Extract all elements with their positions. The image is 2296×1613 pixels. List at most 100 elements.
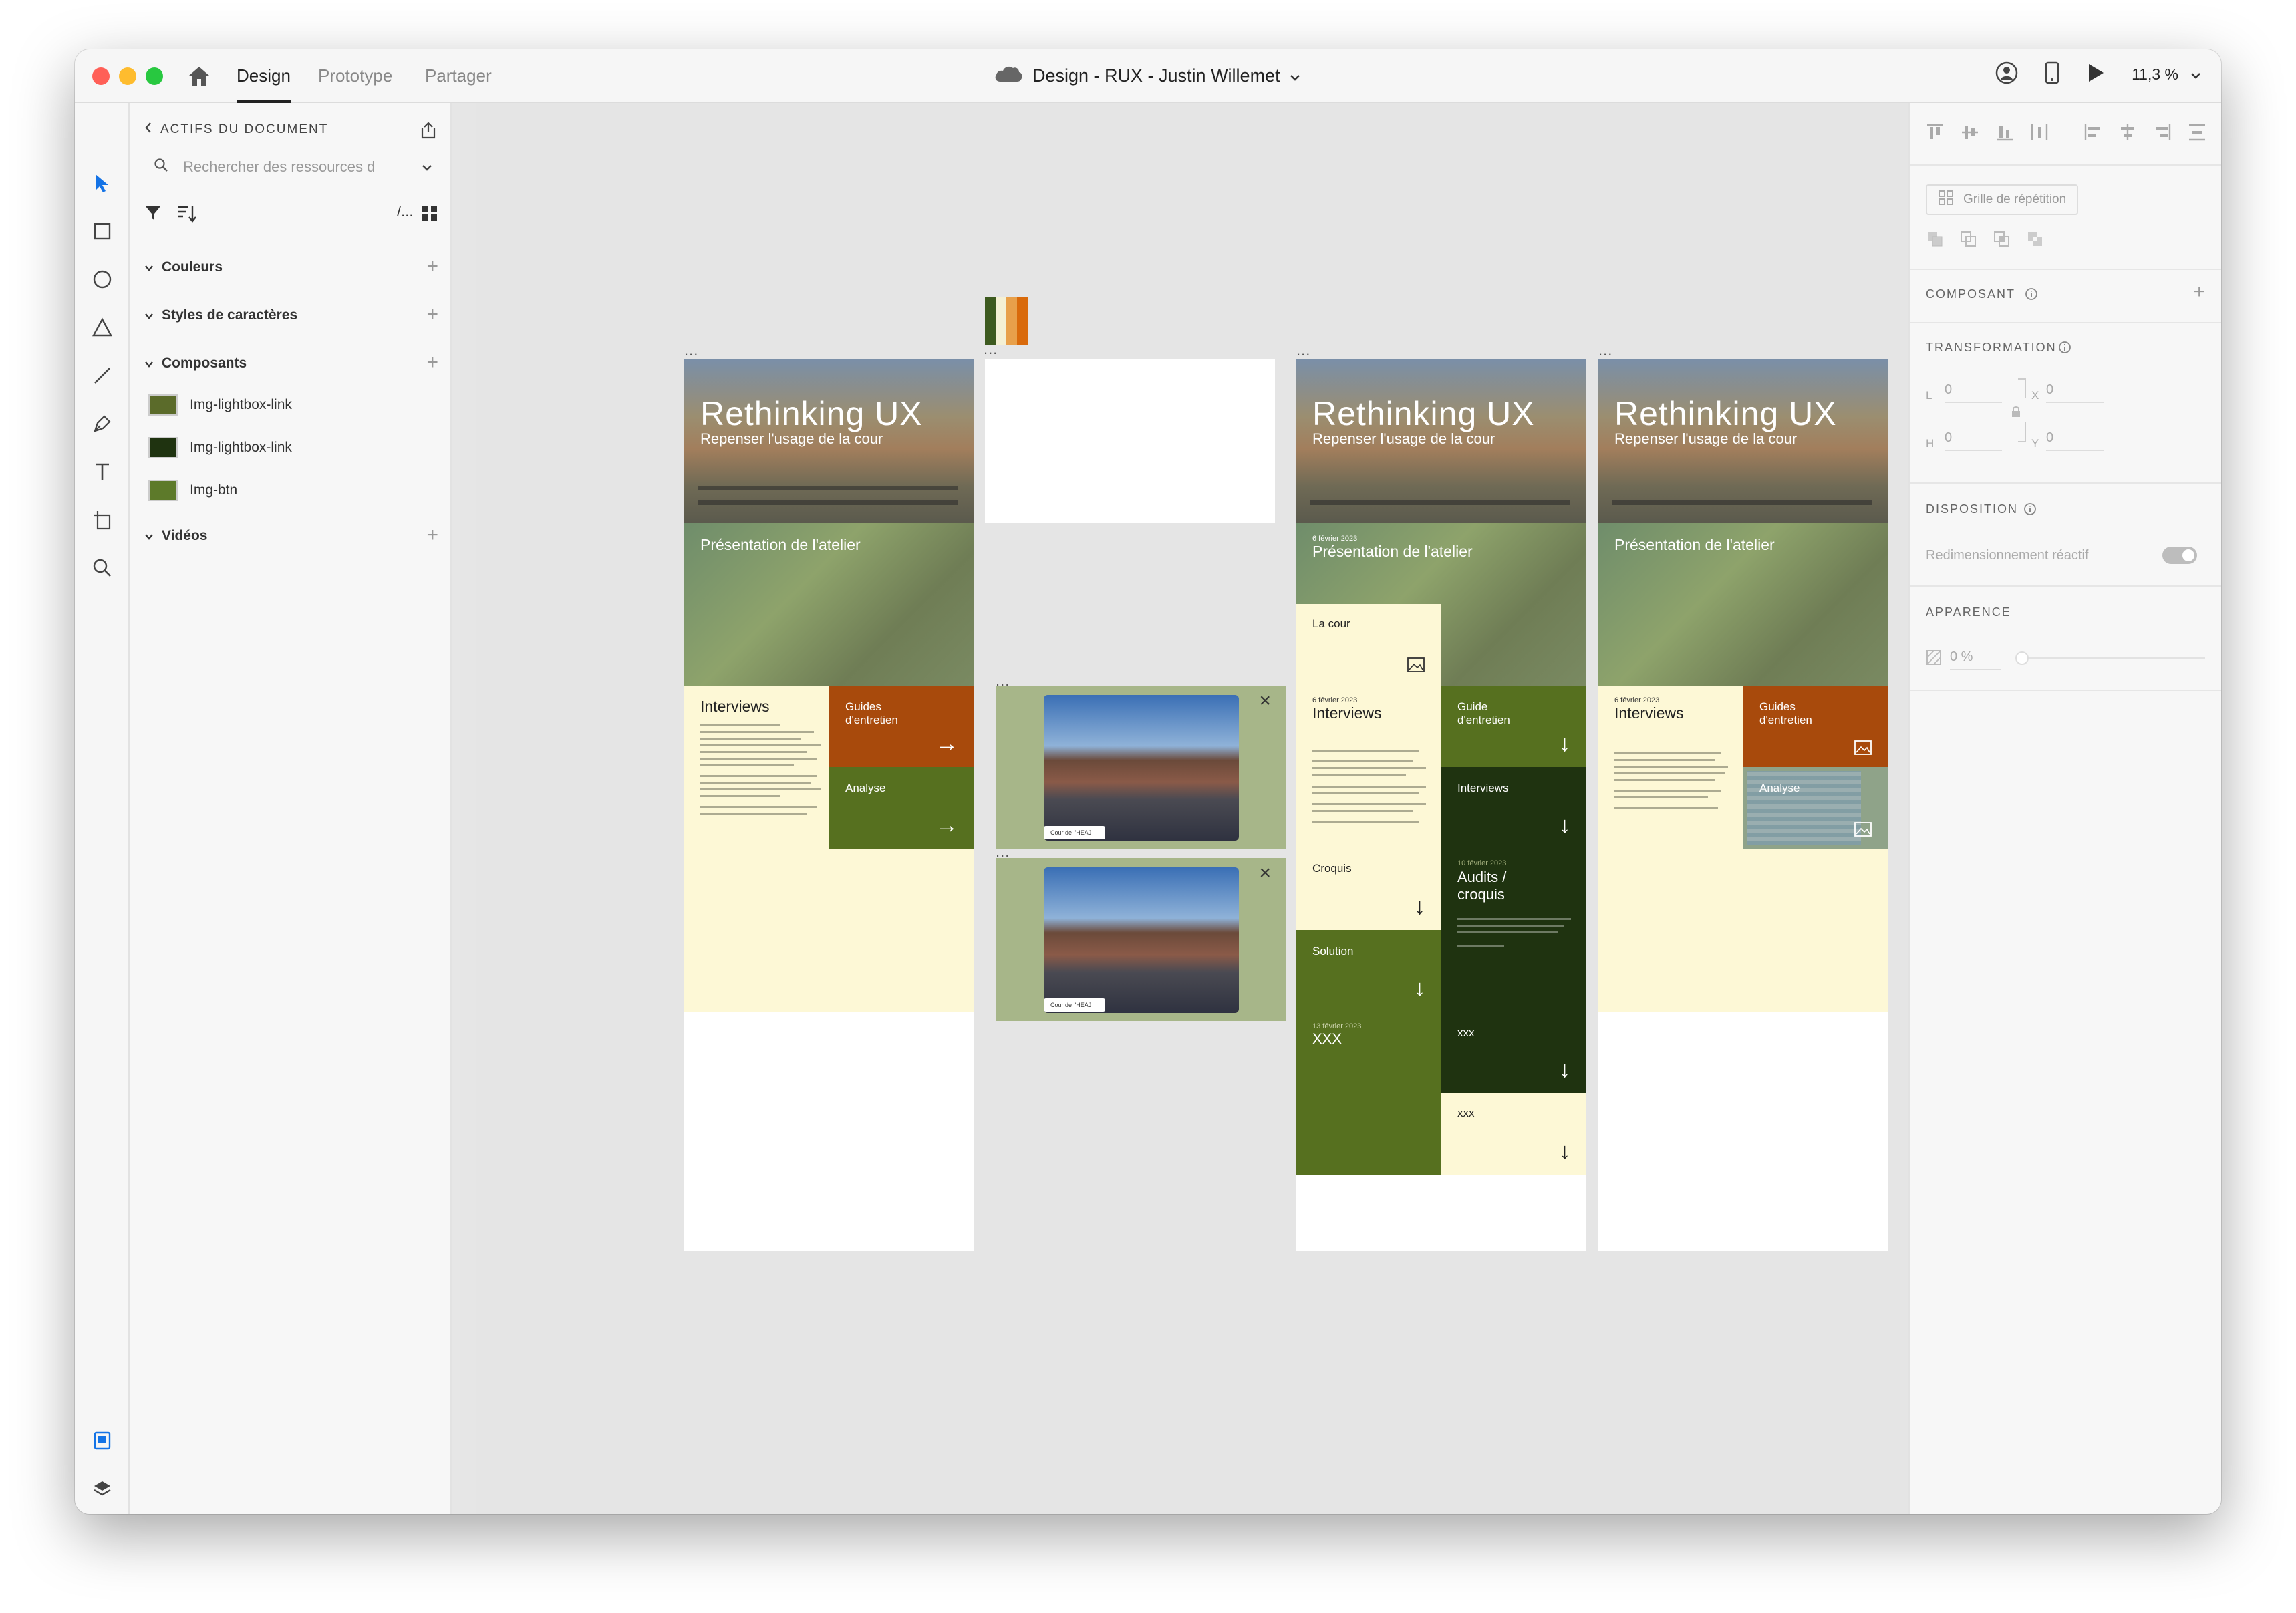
align-bottom-icon[interactable] xyxy=(1995,123,2014,145)
guides-tile[interactable]: Guides d'entretien xyxy=(1743,686,1888,767)
artboard-1[interactable]: Rethinking UX Repenser l'usage de la cou… xyxy=(684,359,974,1251)
align-top-icon[interactable] xyxy=(1926,123,1945,145)
share-assets-icon[interactable] xyxy=(418,120,438,144)
close-icon[interactable]: × xyxy=(1259,690,1271,712)
lightbox-1[interactable]: Cour de l'HEAJ × xyxy=(996,686,1286,849)
xxx-tile-1[interactable]: xxx ↓ xyxy=(1441,1012,1586,1093)
responsive-resize-toggle[interactable] xyxy=(2162,547,2197,564)
y-input[interactable]: 0 xyxy=(2046,430,2104,451)
ellipse-tool-icon[interactable] xyxy=(89,266,116,293)
intersect-icon[interactable] xyxy=(1993,230,2011,252)
tile-label: Analyse xyxy=(845,782,886,794)
asset-filter-row: /... xyxy=(144,202,438,226)
exclude-icon[interactable] xyxy=(2026,230,2045,252)
artboard-4[interactable]: Rethinking UX Repenser l'usage de la cou… xyxy=(1598,359,1888,1251)
zoom-tool-icon[interactable] xyxy=(89,555,116,581)
opacity-input[interactable]: 0 % xyxy=(1950,649,2001,670)
boolean-ops xyxy=(1926,230,2045,252)
add-component-icon[interactable]: + xyxy=(426,351,438,374)
artboard-2[interactable] xyxy=(985,359,1275,523)
opacity-slider[interactable] xyxy=(2015,651,2205,665)
align-right-icon[interactable] xyxy=(2153,123,2172,145)
sort-icon[interactable] xyxy=(176,204,198,227)
component-item[interactable]: Img-lightbox-link xyxy=(148,390,292,420)
add-character-style-icon[interactable]: + xyxy=(426,303,438,326)
align-left-icon[interactable] xyxy=(2084,123,2102,145)
document-title[interactable]: Design - RUX - Justin Willemet xyxy=(994,64,1300,88)
artboard-menu-dots[interactable]: ... xyxy=(1296,342,1310,359)
distribute-horizontal-icon[interactable] xyxy=(2188,123,2206,145)
design-canvas[interactable]: ... ... Rethinking UX Repenser l'usage d… xyxy=(476,103,1912,1514)
tab-prototype[interactable]: Prototype xyxy=(318,65,392,103)
close-window-button[interactable] xyxy=(92,67,110,85)
path-view-icon[interactable]: /... xyxy=(397,203,413,221)
chevron-down-icon[interactable] xyxy=(421,159,433,176)
zoom-dropdown[interactable]: 11,3 % xyxy=(2132,65,2201,84)
section-components[interactable]: Composants + xyxy=(144,350,438,377)
analyse-tile[interactable]: Analyse → xyxy=(829,767,974,849)
filter-icon[interactable] xyxy=(144,204,162,225)
distribute-vertical-icon[interactable] xyxy=(2030,123,2049,145)
repeat-grid-button[interactable]: Grille de répétition xyxy=(1926,184,2079,215)
height-input[interactable]: 0 xyxy=(1945,430,2002,451)
minimize-window-button[interactable] xyxy=(119,67,136,85)
solution-tile[interactable]: Solution ↓ xyxy=(1296,930,1441,1012)
component-item[interactable]: Img-lightbox-link xyxy=(148,433,292,462)
tab-design[interactable]: Design xyxy=(237,65,291,103)
section-videos[interactable]: Vidéos + xyxy=(144,523,438,549)
rectangle-tool-icon[interactable] xyxy=(89,218,116,245)
la-cour-tile[interactable]: La cour xyxy=(1296,604,1441,686)
interviews-tile[interactable]: Interviews ↓ xyxy=(1441,767,1586,849)
grid-view-icon[interactable] xyxy=(421,204,438,225)
add-color-icon[interactable]: + xyxy=(426,255,438,278)
pen-tool-icon[interactable] xyxy=(89,410,116,437)
assets-panel-icon[interactable] xyxy=(89,1427,116,1454)
align-center-icon[interactable] xyxy=(2118,123,2137,145)
section-character-styles[interactable]: Styles de caractères + xyxy=(144,302,438,329)
date-label: 10 février 2023 xyxy=(1457,859,1507,867)
section-colors[interactable]: Couleurs + xyxy=(144,254,438,281)
audits-tile[interactable]: 10 février 2023 Audits / croquis xyxy=(1441,849,1586,1012)
presentation-title: Présentation de l'atelier xyxy=(700,536,861,553)
play-icon[interactable] xyxy=(2086,63,2105,86)
text-tool-icon[interactable] xyxy=(89,458,116,485)
layers-panel-icon[interactable] xyxy=(89,1475,116,1502)
select-tool-icon[interactable] xyxy=(89,170,116,196)
close-icon[interactable]: × xyxy=(1259,862,1271,885)
align-middle-icon[interactable] xyxy=(1961,123,1979,145)
artboard-3[interactable]: Rethinking UX Repenser l'usage de la cou… xyxy=(1296,359,1586,1251)
lock-icon[interactable] xyxy=(2010,405,2022,422)
artboard-menu-dots[interactable]: ... xyxy=(684,342,698,359)
guide-tile[interactable]: Guide d'entretien ↓ xyxy=(1441,686,1586,767)
artboard-tool-icon[interactable] xyxy=(89,506,116,533)
info-icon[interactable] xyxy=(2023,502,2037,519)
lightbox-2[interactable]: Cour de l'HEAJ × xyxy=(996,858,1286,1021)
analyse-tile[interactable]: Analyse xyxy=(1743,767,1888,849)
maximize-window-button[interactable] xyxy=(146,67,163,85)
asset-search-input[interactable]: Rechercher des ressources d xyxy=(144,151,438,183)
mobile-preview-icon[interactable] xyxy=(2045,61,2059,88)
add-component-icon[interactable]: + xyxy=(2193,281,2205,303)
add-video-icon[interactable]: + xyxy=(426,524,438,547)
x-input[interactable]: 0 xyxy=(2046,382,2104,403)
color-palette[interactable] xyxy=(985,297,1028,345)
subtract-icon[interactable] xyxy=(1959,230,1978,252)
opacity-slider-thumb[interactable] xyxy=(2015,651,2029,665)
component-item[interactable]: Img-btn xyxy=(148,476,237,505)
guides-tile[interactable]: Guides d'entretien → xyxy=(829,686,974,767)
width-input[interactable]: 0 xyxy=(1945,382,2002,403)
line-tool-icon[interactable] xyxy=(89,362,116,389)
info-icon[interactable] xyxy=(2025,287,2038,304)
polygon-tool-icon[interactable] xyxy=(89,314,116,341)
home-icon[interactable] xyxy=(186,63,212,90)
artboard-menu-dots[interactable]: ... xyxy=(984,341,998,358)
croquis-tile[interactable]: Croquis ↓ xyxy=(1296,849,1441,930)
assets-header[interactable]: ACTIFS DU DOCUMENT xyxy=(144,122,328,138)
info-icon[interactable] xyxy=(2058,341,2071,357)
artboard-menu-dots[interactable]: ... xyxy=(1598,342,1612,359)
union-icon[interactable] xyxy=(1926,230,1945,252)
xxx-tile-2[interactable]: xxx ↓ xyxy=(1441,1093,1586,1175)
tab-share[interactable]: Partager xyxy=(425,65,492,103)
transformation-label: TRANSFORMATION xyxy=(1926,341,2057,354)
user-icon[interactable] xyxy=(1995,61,2018,88)
